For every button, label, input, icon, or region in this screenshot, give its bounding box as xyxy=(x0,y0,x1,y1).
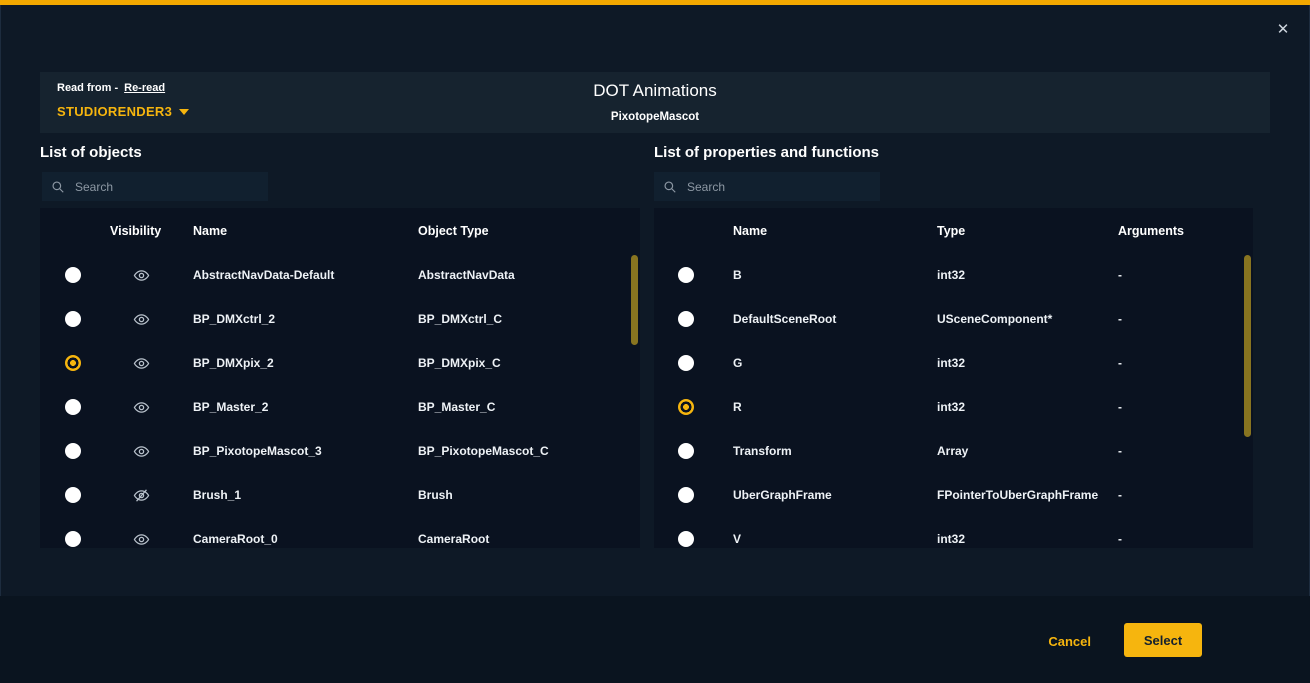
table-row[interactable]: Brush_1Brush xyxy=(40,473,640,517)
eye-icon[interactable] xyxy=(133,443,150,460)
property-name: UberGraphFrame xyxy=(718,488,937,502)
properties-panel-title: List of properties and functions xyxy=(654,144,879,161)
object-name: Brush_1 xyxy=(193,488,418,502)
radio-unselected[interactable] xyxy=(65,487,81,503)
object-type: Brush xyxy=(418,488,640,502)
table-row[interactable]: Gint32- xyxy=(654,341,1253,385)
radio-unselected[interactable] xyxy=(65,531,81,547)
objects-panel-title: List of objects xyxy=(40,144,142,161)
footer xyxy=(0,596,1310,683)
objects-table: Visibility Name Object Type AbstractNavD… xyxy=(40,208,640,548)
close-icon[interactable]: ✕ xyxy=(1272,18,1294,40)
properties-table-header: Name Type Arguments xyxy=(654,208,1253,253)
property-arguments: - xyxy=(1118,356,1253,370)
property-type: int32 xyxy=(937,268,1118,282)
column-header-visibility: Visibility xyxy=(106,224,193,238)
table-row[interactable]: BP_Master_2BP_Master_C xyxy=(40,385,640,429)
cancel-button[interactable]: Cancel xyxy=(1048,634,1091,649)
column-header-name: Name xyxy=(193,224,418,238)
radio-unselected[interactable] xyxy=(678,311,694,327)
eye-icon[interactable] xyxy=(133,267,150,284)
table-row[interactable]: Rint32- xyxy=(654,385,1253,429)
radio-unselected[interactable] xyxy=(678,531,694,547)
object-name: BP_DMXpix_2 xyxy=(193,356,418,370)
table-row[interactable]: DefaultSceneRootUSceneComponent*- xyxy=(654,297,1253,341)
radio-unselected[interactable] xyxy=(678,487,694,503)
search-icon xyxy=(663,180,677,194)
property-type: int32 xyxy=(937,356,1118,370)
table-row[interactable]: TransformArray- xyxy=(654,429,1253,473)
object-name: BP_PixotopeMascot_3 xyxy=(193,444,418,458)
table-row[interactable]: CameraRoot_0CameraRoot xyxy=(40,517,640,548)
radio-unselected[interactable] xyxy=(65,267,81,283)
table-row[interactable]: Vint32- xyxy=(654,517,1253,548)
radio-unselected[interactable] xyxy=(65,443,81,459)
table-row[interactable]: UberGraphFrameFPointerToUberGraphFrame- xyxy=(654,473,1253,517)
table-row[interactable]: BP_PixotopeMascot_3BP_PixotopeMascot_C xyxy=(40,429,640,473)
dialog-window: ✕ Read from -Re-read STUDIORENDER3 DOT A… xyxy=(0,0,1310,683)
properties-scrollbar[interactable] xyxy=(1244,255,1251,437)
dialog-title: DOT Animations xyxy=(40,81,1270,101)
property-name: B xyxy=(718,268,937,282)
property-arguments: - xyxy=(1118,312,1253,326)
property-arguments: - xyxy=(1118,268,1253,282)
header-band: Read from -Re-read STUDIORENDER3 DOT Ani… xyxy=(40,72,1270,133)
select-button[interactable]: Select xyxy=(1124,623,1202,657)
eye-icon[interactable] xyxy=(133,399,150,416)
eye-icon[interactable] xyxy=(133,311,150,328)
radio-unselected[interactable] xyxy=(678,267,694,283)
property-arguments: - xyxy=(1118,488,1253,502)
property-type: int32 xyxy=(937,532,1118,546)
property-arguments: - xyxy=(1118,532,1253,546)
eye-off-icon[interactable] xyxy=(133,487,150,504)
column-header-name: Name xyxy=(718,224,937,238)
property-name: V xyxy=(718,532,937,546)
properties-search-box xyxy=(654,172,880,201)
object-name: BP_Master_2 xyxy=(193,400,418,414)
radio-selected[interactable] xyxy=(65,355,81,371)
table-row[interactable]: AbstractNavData-DefaultAbstractNavData xyxy=(40,253,640,297)
column-header-arguments: Arguments xyxy=(1118,224,1253,238)
objects-search-box xyxy=(42,172,268,201)
object-type: BP_PixotopeMascot_C xyxy=(418,444,640,458)
radio-unselected[interactable] xyxy=(65,399,81,415)
radio-unselected[interactable] xyxy=(678,355,694,371)
eye-icon[interactable] xyxy=(133,531,150,548)
radio-unselected[interactable] xyxy=(678,443,694,459)
object-name: AbstractNavData-Default xyxy=(193,268,418,282)
object-type: CameraRoot xyxy=(418,532,640,546)
properties-search-input[interactable] xyxy=(685,179,871,195)
property-type: Array xyxy=(937,444,1118,458)
radio-unselected[interactable] xyxy=(65,311,81,327)
objects-table-header: Visibility Name Object Type xyxy=(40,208,640,253)
object-type: BP_DMXctrl_C xyxy=(418,312,640,326)
column-header-object-type: Object Type xyxy=(418,224,640,238)
objects-search-input[interactable] xyxy=(73,179,259,195)
objects-scrollbar[interactable] xyxy=(631,255,638,345)
dialog-subtitle: PixotopeMascot xyxy=(40,111,1270,123)
radio-selected[interactable] xyxy=(678,399,694,415)
property-name: Transform xyxy=(718,444,937,458)
property-arguments: - xyxy=(1118,444,1253,458)
object-name: CameraRoot_0 xyxy=(193,532,418,546)
property-type: USceneComponent* xyxy=(937,312,1118,326)
property-type: FPointerToUberGraphFrame xyxy=(937,488,1118,502)
properties-table: Name Type Arguments Bint32-DefaultSceneR… xyxy=(654,208,1253,548)
table-row[interactable]: BP_DMXpix_2BP_DMXpix_C xyxy=(40,341,640,385)
property-name: DefaultSceneRoot xyxy=(718,312,937,326)
property-name: G xyxy=(718,356,937,370)
accent-top-bar xyxy=(0,0,1310,5)
object-type: BP_Master_C xyxy=(418,400,640,414)
property-type: int32 xyxy=(937,400,1118,414)
property-arguments: - xyxy=(1118,400,1253,414)
table-row[interactable]: BP_DMXctrl_2BP_DMXctrl_C xyxy=(40,297,640,341)
search-icon xyxy=(51,180,65,194)
object-name: BP_DMXctrl_2 xyxy=(193,312,418,326)
object-type: BP_DMXpix_C xyxy=(418,356,640,370)
object-type: AbstractNavData xyxy=(418,268,640,282)
table-row[interactable]: Bint32- xyxy=(654,253,1253,297)
property-name: R xyxy=(718,400,937,414)
column-header-type: Type xyxy=(937,224,1118,238)
eye-icon[interactable] xyxy=(133,355,150,372)
